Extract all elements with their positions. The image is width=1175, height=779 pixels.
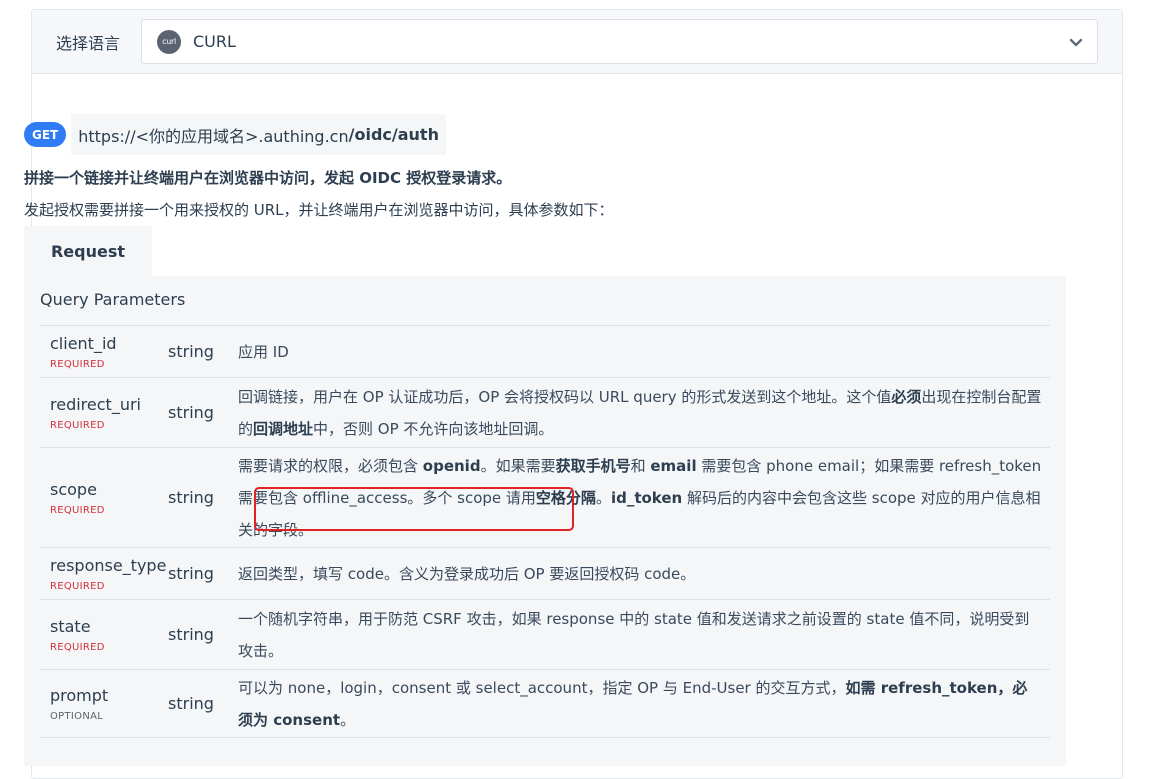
param-required-badge: REQUIRED [50, 419, 105, 431]
tab-request[interactable]: Request [24, 226, 152, 276]
param-name: response_type [50, 555, 167, 575]
param-row-redirect-uri: redirect_uri REQUIRED string 回调链接，用户在 OP 认证… [40, 378, 1050, 448]
param-name-cell: client_id REQUIRED [40, 326, 168, 377]
method-badge: GET [24, 122, 67, 147]
endpoint: GET https://<你的应用域名>.authing.cn/oidc/aut… [24, 114, 446, 155]
params-table: client_id REQUIRED string 应用 ID redirect_uri… [40, 326, 1050, 738]
param-description: 可以为 none，login，consent 或 select_account，… [238, 678, 1028, 729]
endpoint-url[interactable]: https://<你的应用域名>.authing.cn/oidc/auth [71, 114, 446, 155]
param-name-cell: prompt OPTIONAL [40, 670, 168, 737]
param-row-client-id: client_id REQUIRED string 应用 ID [40, 326, 1050, 378]
param-name: state [50, 616, 91, 636]
language-select[interactable]: curl CURL [141, 19, 1098, 64]
param-type: string [168, 625, 214, 644]
language-label: 选择语言 [56, 33, 121, 53]
param-type: string [168, 488, 214, 507]
param-name: redirect_uri [50, 394, 141, 414]
curl-icon: curl [157, 29, 181, 54]
param-description: 返回类型，填写 code。含义为登录成功后 OP 要返回授权码 code。 [238, 564, 696, 583]
param-name: client_id [50, 333, 117, 353]
param-required-badge: REQUIRED [50, 641, 105, 653]
param-name-cell: redirect_uri REQUIRED [40, 378, 168, 447]
params-title: Query Parameters [40, 276, 1050, 326]
param-type: string [168, 342, 214, 361]
param-description: 应用 ID [238, 342, 289, 361]
chevron-down-icon [1069, 38, 1083, 47]
param-required-badge: REQUIRED [50, 358, 105, 370]
param-required-badge: OPTIONAL [50, 710, 104, 722]
endpoint-url-prefix: https://<你的应用域名>.authing.cn [78, 126, 349, 146]
param-type: string [168, 403, 214, 422]
headline: 拼接一个链接并让终端用户在浏览器中访问，发起 OIDC 授权登录请求。 [24, 169, 512, 187]
param-description: 一个随机字符串，用于防范 CSRF 攻击，如果 response 中的 stat… [238, 609, 1030, 660]
param-description: 回调链接，用户在 OP 认证成功后，OP 会将授权码以 URL query 的形… [238, 387, 1042, 438]
param-type: string [168, 564, 214, 583]
param-row-response-type: response_type REQUIRED string 返回类型，填写 code。… [40, 548, 1050, 600]
param-name: prompt [50, 685, 109, 705]
endpoint-url-path: /oidc/auth [348, 125, 439, 144]
param-required-badge: REQUIRED [50, 504, 105, 516]
param-name-cell: response_type REQUIRED [40, 548, 168, 599]
annotation-highlight-box [254, 487, 574, 531]
param-row-state: state REQUIRED string 一个随机字符串，用于防范 CSRF 攻击，… [40, 600, 1050, 670]
language-bar: 选择语言 curl CURL [32, 10, 1122, 74]
param-name: scope [50, 479, 97, 499]
param-row-prompt: prompt OPTIONAL string 可以为 none，login，conse… [40, 670, 1050, 738]
param-name-cell: state REQUIRED [40, 600, 168, 669]
param-type: string [168, 694, 214, 713]
param-name-cell: scope REQUIRED [40, 448, 168, 547]
language-selected-value: CURL [193, 32, 236, 51]
description: 发起授权需要拼接一个用来授权的 URL，并让终端用户在浏览器中访问，具体参数如下… [24, 201, 614, 219]
param-required-badge: REQUIRED [50, 580, 105, 592]
